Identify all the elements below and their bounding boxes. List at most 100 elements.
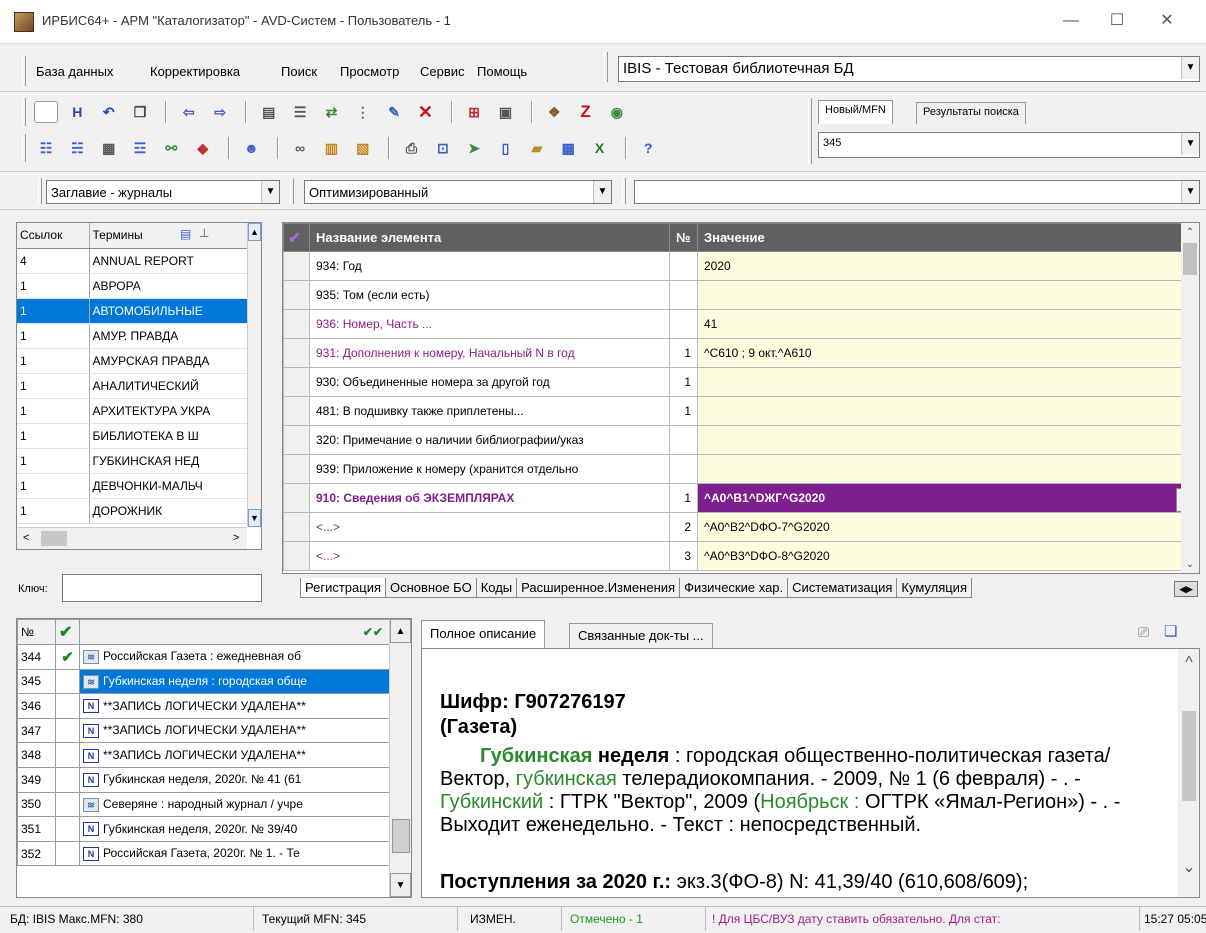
- irbis-icon[interactable]: ❖: [542, 101, 566, 123]
- element-row[interactable]: <...> 2 ^A0^B2^DФО-7^G2020: [283, 512, 1182, 542]
- terms-row[interactable]: 1 БИБЛИОТЕКА В Ш: [17, 423, 247, 449]
- copy-icon[interactable]: ❐: [128, 101, 152, 123]
- element-row[interactable]: <...> 3 ^A0^B3^DФО-8^G2020: [283, 541, 1182, 571]
- chevron-down-icon[interactable]: ⌄: [1178, 857, 1199, 877]
- terms-hscrollbar[interactable]: < >: [17, 527, 247, 549]
- element-value[interactable]: 2020: [697, 251, 1182, 281]
- delete-icon[interactable]: ✕: [413, 101, 437, 123]
- doc-icon[interactable]: ▯: [494, 137, 518, 159]
- clipboard2-icon[interactable]: ▧: [351, 137, 375, 159]
- checkbox-empty[interactable]: [55, 717, 80, 744]
- terms-row[interactable]: 1 АНАЛИТИЧЕСКИЙ: [17, 373, 247, 399]
- menu-edit[interactable]: Корректировка: [150, 64, 240, 79]
- element-value[interactable]: [697, 425, 1182, 455]
- eraser-icon[interactable]: ◆: [191, 137, 215, 159]
- terms-header-term[interactable]: Термины: [89, 223, 248, 249]
- element-value[interactable]: [697, 367, 1182, 397]
- menu-view[interactable]: Просмотр: [340, 64, 399, 79]
- sync-icon[interactable]: ⇄: [319, 101, 343, 123]
- terms-row[interactable]: 1 АРХИТЕКТУРА УКРА: [17, 398, 247, 424]
- record-row[interactable]: 349 N Губкинская неделя, 2020г. № 41 (61: [17, 766, 390, 793]
- terms-vscrollbar[interactable]: ▲ ▼: [247, 223, 261, 527]
- worksheet-tab[interactable]: Кумуляция: [896, 578, 972, 598]
- checkmark-icon[interactable]: ✔: [55, 644, 80, 670]
- worksheet-tab[interactable]: Регистрация: [300, 578, 386, 598]
- element-value[interactable]: ^A0^B3^DФО-8^G2020: [697, 541, 1182, 571]
- report-icon[interactable]: ⊡: [431, 137, 455, 159]
- format-icon[interactable]: ☷: [34, 137, 58, 159]
- checkmark-icon[interactable]: ✔: [55, 619, 80, 645]
- tab-related-docs[interactable]: Связанные док-ты ...: [569, 623, 713, 648]
- dictionary-select[interactable]: Заглавие - журналы ▼: [46, 180, 280, 204]
- terms-row[interactable]: 1 АВРОРА: [17, 273, 247, 299]
- tab-full-description[interactable]: Полное описание: [421, 620, 546, 648]
- element-row[interactable]: 930: Объединенные номера за другой год 1: [283, 367, 1182, 397]
- edit-icon[interactable]: ✎: [382, 101, 406, 123]
- record-row[interactable]: 351 N Губкинская неделя, 2020г. № 39/40: [17, 816, 390, 842]
- export-doc-icon[interactable]: ❏: [1164, 622, 1177, 640]
- record-row[interactable]: 344 ✔ ≋ Российская Газета : ежедневная об: [17, 644, 390, 670]
- grid-vscrollbar[interactable]: ⌃ ⌄: [1181, 223, 1199, 573]
- undo-icon[interactable]: ↶: [97, 101, 121, 123]
- print-preview-icon[interactable]: ⎚: [1138, 624, 1149, 641]
- element-row[interactable]: 910: Сведения об ЭКЗЕМПЛЯРАХ 1 ^A0^B1^DЖГ^…: [283, 483, 1182, 513]
- menu-search[interactable]: Поиск: [281, 64, 317, 79]
- chevron-up-icon[interactable]: ▲: [390, 619, 411, 643]
- extra-select[interactable]: ▼: [634, 180, 1200, 204]
- worksheet-tab[interactable]: Основное БО: [385, 578, 477, 598]
- forward-icon[interactable]: ➤: [462, 137, 486, 159]
- chevron-down-icon[interactable]: ⌄: [1181, 555, 1199, 573]
- mode-select[interactable]: Оптимизированный ▼: [304, 180, 612, 204]
- element-value[interactable]: ^A0^B1^DЖГ^G2020: [697, 483, 1182, 513]
- terms-row[interactable]: 1 АВТОМОБИЛЬНЫЕ: [17, 298, 247, 324]
- element-value[interactable]: [697, 454, 1182, 484]
- checkbox-empty[interactable]: [55, 840, 80, 867]
- import-icon[interactable]: ▣: [494, 101, 518, 123]
- worksheet-tab[interactable]: Коды: [475, 578, 518, 598]
- checkbox-empty[interactable]: [55, 816, 80, 842]
- checkbox-empty[interactable]: [55, 766, 80, 793]
- tabs-scroll-arrows[interactable]: ◀▶: [1174, 581, 1198, 597]
- document-icon[interactable]: ▤: [180, 227, 191, 241]
- print-icon[interactable]: ⎙: [399, 137, 423, 159]
- checkbox-empty[interactable]: [55, 693, 80, 719]
- help-icon[interactable]: ?: [636, 137, 660, 159]
- element-row[interactable]: 931: Дополнения к номеру, Начальный N в …: [283, 338, 1182, 368]
- element-row[interactable]: 939: Приложение к номеру (хранится отдел…: [283, 454, 1182, 484]
- check-all-icon[interactable]: ✔✔: [79, 619, 390, 645]
- element-value[interactable]: 41: [697, 309, 1182, 339]
- terms-hscroll-thumb[interactable]: [41, 531, 67, 546]
- chevron-up-icon[interactable]: ⌃: [1181, 223, 1199, 243]
- prev-record-icon[interactable]: ⇦: [177, 101, 201, 123]
- database-select[interactable]: IBIS - Тестовая библиотечная БД ▼: [618, 56, 1200, 82]
- table-icon[interactable]: ▦: [97, 137, 121, 159]
- chevron-right-icon[interactable]: >: [233, 532, 239, 544]
- record-row[interactable]: 345 ≋ Губкинская неделя : городская обще: [17, 668, 390, 695]
- element-row[interactable]: 320: Примечание о наличии библиографии/у…: [283, 425, 1182, 455]
- excel-icon[interactable]: X: [588, 137, 612, 159]
- checkbox-empty[interactable]: [55, 742, 80, 768]
- record-row[interactable]: 346 N **ЗАПИСЬ ЛОГИЧЕСКИ УДАЛЕНА**: [17, 693, 390, 719]
- worksheet-tab[interactable]: Физические хар.: [679, 578, 789, 598]
- save-icon[interactable]: H: [65, 101, 89, 123]
- menu-help[interactable]: Помощь: [477, 64, 527, 79]
- grid-scroll-thumb[interactable]: [1183, 243, 1197, 275]
- maximize-button[interactable]: ☐: [1102, 10, 1132, 32]
- users-icon[interactable]: ☻: [239, 137, 263, 159]
- chevron-down-icon[interactable]: ▼: [390, 873, 411, 897]
- terms-row[interactable]: 1 АМУР. ПРАВДА: [17, 323, 247, 349]
- list-icon[interactable]: ☰: [288, 101, 312, 123]
- element-row[interactable]: 935: Том (если есть): [283, 280, 1182, 310]
- z3950-icon[interactable]: Z: [574, 101, 598, 123]
- terms-row[interactable]: 1 ДЕВЧОНКИ-МАЛЬЧ: [17, 473, 247, 499]
- record-row[interactable]: 350 ≋ Северяне : народный журнал / учре: [17, 791, 390, 818]
- new-record-icon[interactable]: [34, 101, 58, 123]
- terms-row[interactable]: 4 ANNUAL REPORT: [17, 248, 247, 274]
- export-icon[interactable]: ⊞: [462, 101, 486, 123]
- chain-icon[interactable]: ∞: [288, 137, 312, 159]
- terms-header-count[interactable]: Ссылок: [17, 223, 90, 249]
- terms-row[interactable]: 1 ДОРОЖНИК: [17, 498, 247, 524]
- element-value[interactable]: ^A0^B2^DФО-7^G2020: [697, 512, 1182, 542]
- records-scroll-thumb[interactable]: [392, 819, 410, 853]
- chevron-up-icon[interactable]: ▲: [248, 223, 261, 241]
